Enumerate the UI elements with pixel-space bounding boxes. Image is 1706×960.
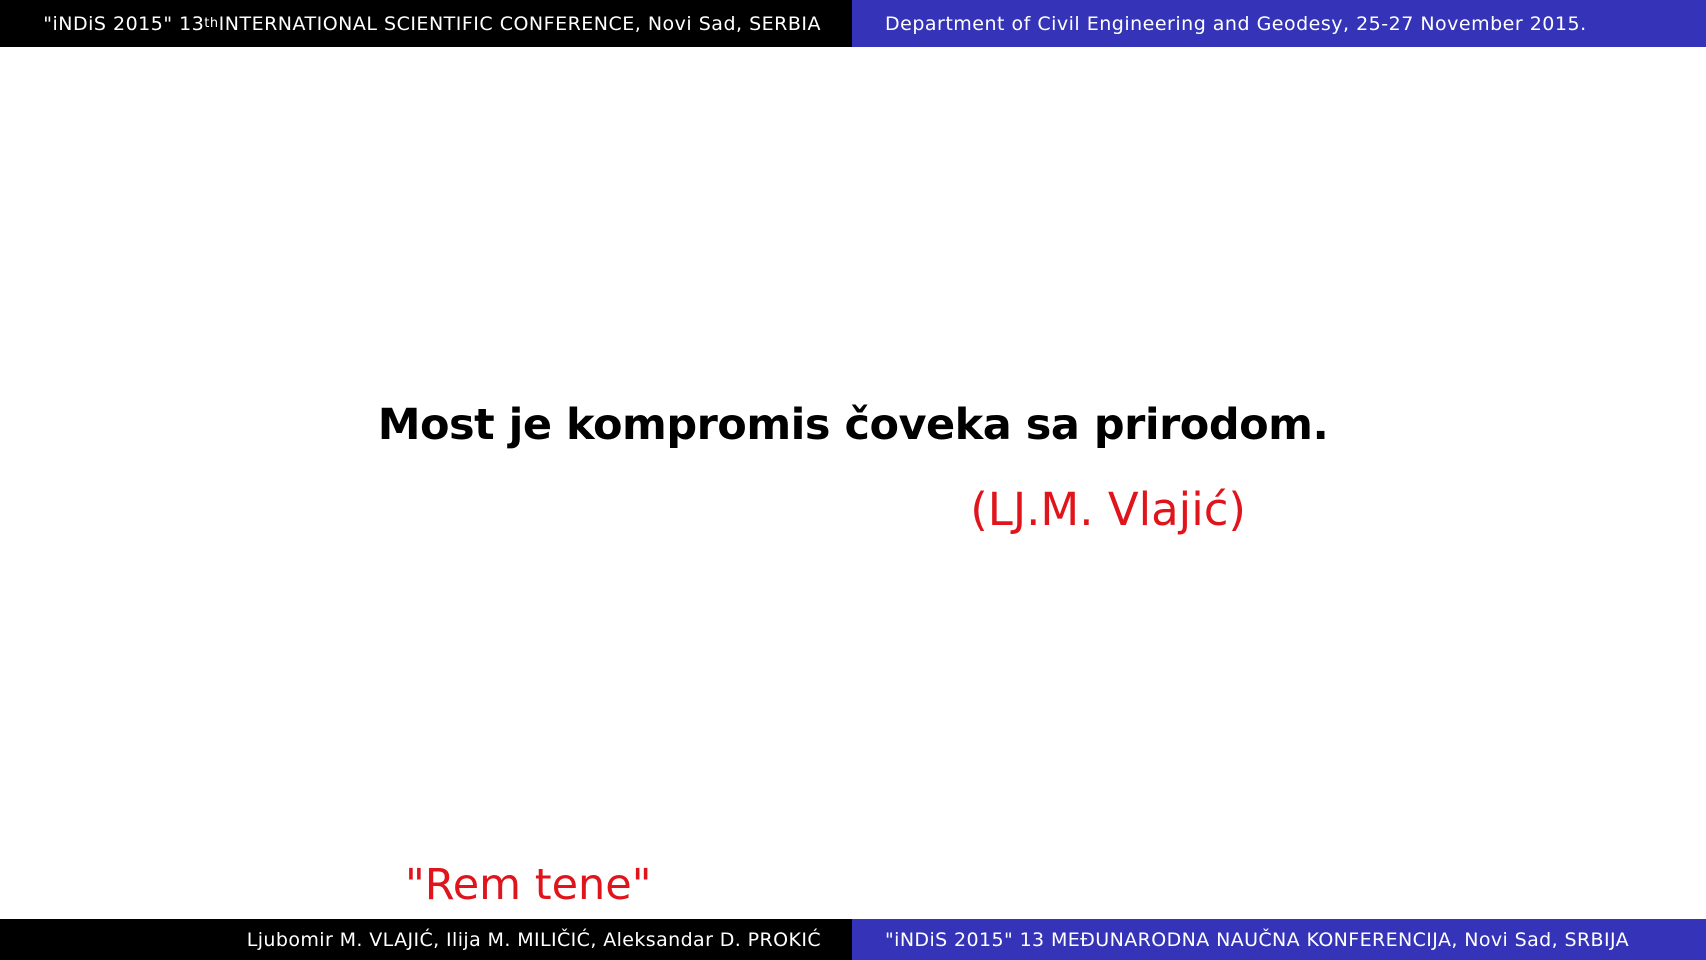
- header-left-suffix: INTERNATIONAL SCIENTIFIC CONFERENCE, Nov…: [218, 12, 821, 35]
- footer-bar: Ljubomir M. VLAJIĆ, Ilija M. MILIČIĆ, Al…: [0, 919, 1706, 960]
- header-right: Department of Civil Engineering and Geod…: [852, 0, 1706, 47]
- quote-author: (LJ.M. Vlajić): [970, 483, 1246, 536]
- footer-authors: Ljubomir M. VLAJIĆ, Ilija M. MILIČIĆ, Al…: [246, 928, 821, 951]
- header-bar: "iNDiS 2015" 13th INTERNATIONAL SCIENTIF…: [0, 0, 1706, 47]
- slide-quote: Most je kompromis čoveka sa prirodom.: [377, 400, 1329, 450]
- footer-right: "iNDiS 2015" 13 MEĐUNARODNA NAUČNA KONFE…: [852, 919, 1706, 960]
- slide-motto: "Rem tene": [405, 860, 652, 910]
- header-left-prefix: "iNDiS 2015" 13: [43, 12, 205, 35]
- header-right-text: Department of Civil Engineering and Geod…: [885, 12, 1587, 35]
- footer-left: Ljubomir M. VLAJIĆ, Ilija M. MILIČIĆ, Al…: [0, 919, 852, 960]
- header-left: "iNDiS 2015" 13th INTERNATIONAL SCIENTIF…: [0, 0, 852, 47]
- footer-conference: "iNDiS 2015" 13 MEĐUNARODNA NAUČNA KONFE…: [885, 928, 1630, 951]
